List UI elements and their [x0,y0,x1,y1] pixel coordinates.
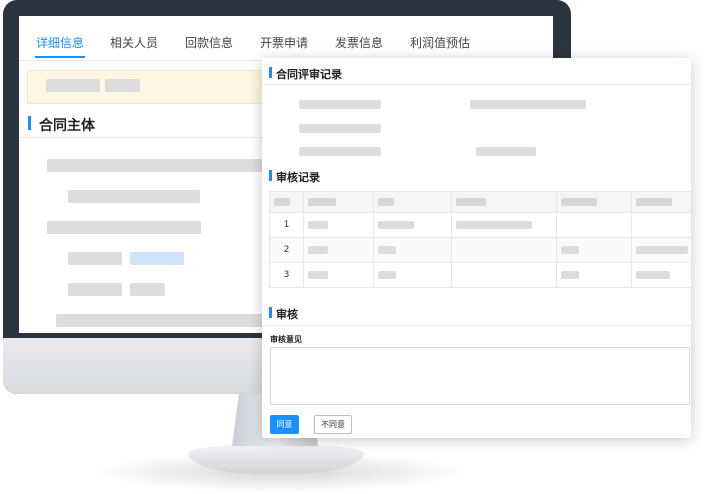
table-row: 1 [269,212,691,238]
placeholder-bar [68,283,122,296]
placeholder-bar [46,79,100,92]
placeholder-bar [299,147,381,156]
row-index: 2 [269,237,304,263]
placeholder-bar [476,147,536,156]
table-header-cell [451,191,557,213]
table-header-cell [303,191,374,213]
section-marker [269,307,272,318]
tab-invoice-request[interactable]: 开票申请 [260,34,308,51]
divider [262,325,691,326]
placeholder-bar [299,124,381,133]
row-index: 3 [269,262,304,288]
divider [262,84,691,85]
section-marker [269,67,272,78]
placeholder-bar [299,100,381,109]
table-header-cell [269,191,304,213]
table-row: 3 [269,262,691,288]
agree-button[interactable]: 同意 [270,415,299,434]
tab-profit-estimate[interactable]: 利润值预估 [410,34,470,51]
section-marker [28,116,31,130]
contract-review-records-title: 合同评审记录 [276,68,342,81]
table-header-cell [373,191,452,213]
placeholder-bar [47,221,201,234]
table-row: 2 [269,237,691,263]
placeholder-bar [47,159,267,172]
tab-payment-info[interactable]: 回款信息 [185,34,233,51]
placeholder-bar-highlight [130,252,184,265]
active-tab-indicator [35,56,85,58]
section-marker [269,170,272,181]
audit-records-table: 1 2 3 [269,191,691,288]
section-title-contract-subject: 合同主体 [39,118,95,134]
disagree-button[interactable]: 不同意 [314,415,352,434]
placeholder-bar [130,283,165,296]
tab-related-people[interactable]: 相关人员 [110,34,158,51]
table-header-row [269,191,691,213]
placeholder-bar [68,190,200,203]
tab-bar: 详细信息 相关人员 回款信息 开票申请 发票信息 利润值预估 [19,16,553,61]
audit-records-title: 审核记录 [276,171,320,184]
approval-title: 审核 [276,308,298,321]
row-index: 1 [269,212,304,238]
placeholder-bar [68,252,122,265]
table-header-cell [556,191,632,213]
placeholder-bar [105,79,140,92]
table-header-cell [631,191,691,213]
opinion-textarea[interactable] [270,347,690,405]
tab-details[interactable]: 详细信息 [36,34,84,51]
placeholder-bar [470,100,586,109]
review-modal: 合同评审记录 审核记录 1 2 3 审核 审核意见 同意 不同意 [262,58,691,438]
tab-invoice-info[interactable]: 发票信息 [335,34,383,51]
placeholder-bar [56,314,266,327]
opinion-label: 审核意见 [270,335,302,344]
